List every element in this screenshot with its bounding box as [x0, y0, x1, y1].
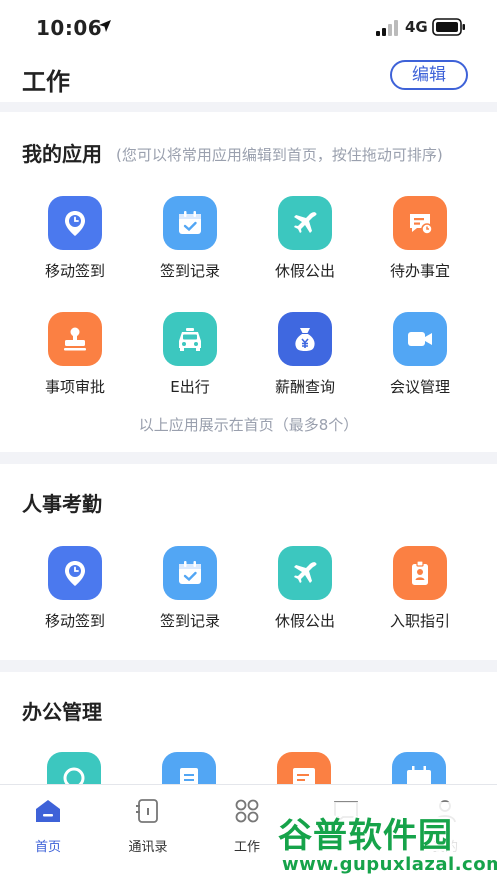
badge-icon: [393, 546, 447, 600]
app-leave-trip[interactable]: 休假公出: [250, 546, 360, 631]
app-label: 事项审批: [44, 378, 105, 396]
hr-title: 人事考勤: [22, 492, 102, 516]
my-apps-footnote: 以上应用展示在首页（最多8个）: [138, 416, 359, 434]
location-clock-icon: [48, 546, 102, 600]
watermark-url: www.gupuxlazal.com: [282, 854, 497, 875]
airplane-icon: [278, 196, 332, 250]
app-label: 休假公出: [274, 612, 335, 630]
my-apps-hint: (您可以将常用应用编辑到首页，按住拖动可排序): [116, 146, 443, 164]
app-mobile-checkin[interactable]: 移动签到: [20, 196, 130, 281]
app-label: 入职指引: [389, 612, 450, 630]
status-time: 10:06: [36, 16, 103, 40]
app-label: 签到记录: [159, 262, 220, 280]
app-approval[interactable]: 事项审批: [20, 312, 130, 397]
location-clock-icon: [48, 196, 102, 250]
airplane-icon: [278, 546, 332, 600]
app-label: 会议管理: [389, 378, 450, 396]
app-e-travel[interactable]: E出行: [135, 312, 245, 397]
location-arrow-icon: [99, 20, 111, 32]
my-apps-title: 我的应用: [22, 142, 102, 166]
tab-label: 通讯录: [128, 840, 168, 855]
app-label: E出行: [170, 378, 210, 396]
app-label: 待办事宜: [389, 262, 450, 280]
app-label: 薪酬查询: [274, 378, 335, 396]
todo-icon: [393, 196, 447, 250]
app-mobile-checkin[interactable]: 移动签到: [20, 546, 130, 631]
grid-icon: [235, 799, 259, 823]
calendar-check-icon: [163, 546, 217, 600]
tab-label: 首页: [34, 840, 61, 855]
stamp-icon: [48, 312, 102, 366]
edit-button[interactable]: 编辑: [390, 60, 468, 90]
battery-icon: [432, 18, 465, 36]
app-label: 移动签到: [44, 612, 105, 630]
watermark: 谷普软件园 www.gupuxlazal.com: [272, 802, 497, 882]
app-salary[interactable]: 薪酬查询: [250, 312, 360, 397]
home-icon: [36, 800, 60, 822]
taxi-icon: [163, 312, 217, 366]
app-checkin-records[interactable]: 签到记录: [135, 546, 245, 631]
app-leave-trip[interactable]: 休假公出: [250, 196, 360, 281]
tab-contacts[interactable]: 通讯录: [113, 796, 183, 855]
watermark-title: 谷普软件园: [278, 816, 453, 856]
money-bag-icon: [278, 312, 332, 366]
page-title: 工作: [22, 68, 70, 96]
app-label: 签到记录: [159, 612, 220, 630]
network-type: 4G: [405, 18, 428, 36]
office-title: 办公管理: [22, 700, 102, 724]
app-checkin-records[interactable]: 签到记录: [135, 196, 245, 281]
signal-icon: [376, 20, 398, 36]
app-label: 移动签到: [44, 262, 105, 280]
app-label: 休假公出: [274, 262, 335, 280]
app-meetings[interactable]: 会议管理: [365, 312, 475, 397]
calendar-check-icon: [163, 196, 217, 250]
app-todo[interactable]: 待办事宜: [365, 196, 475, 281]
video-camera-icon: [393, 312, 447, 366]
app-onboarding[interactable]: 入职指引: [365, 546, 475, 631]
tab-home[interactable]: 首页: [13, 796, 83, 855]
contacts-icon: [136, 799, 158, 823]
